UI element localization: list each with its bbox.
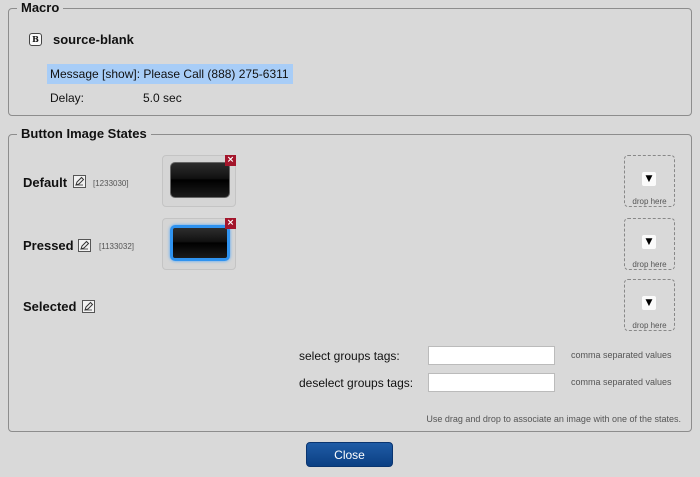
deselect-groups-tags-label: deselect groups tags: [299, 376, 414, 390]
arrow-down-icon: ▼ [642, 172, 656, 186]
state-label-default: Default [23, 175, 68, 190]
button-image-preview-pressed [170, 225, 230, 261]
button-image-states-panel: Button Image States Default [1233030] × … [8, 126, 692, 432]
drop-zone-pressed[interactable]: ▼ drop here [624, 218, 675, 270]
delay-value: 5.0 sec [143, 91, 182, 105]
drop-label: drop here [632, 321, 667, 330]
drag-drop-hint: Use drag and drop to associate an image … [426, 414, 681, 424]
select-tags-hint: comma separated values [571, 350, 672, 360]
select-groups-tags-label: select groups tags: [299, 349, 400, 363]
drop-zone-selected[interactable]: ▼ drop here [624, 279, 675, 331]
arrow-down-icon: ▼ [642, 296, 656, 310]
macro-name: source-blank [53, 32, 134, 47]
drop-label: drop here [632, 260, 667, 269]
pencil-edit-icon[interactable] [82, 300, 95, 313]
delay-label: Delay: [50, 91, 85, 105]
remove-icon[interactable]: × [225, 155, 236, 166]
select-groups-tags-input[interactable] [428, 346, 555, 365]
state-image-id-pressed: [1133032] [99, 242, 134, 251]
state-image-default[interactable]: × [162, 155, 236, 207]
state-image-id-default: [1233030] [93, 179, 129, 188]
close-button[interactable]: Close [306, 442, 393, 467]
deselect-tags-hint: comma separated values [571, 377, 672, 387]
deselect-groups-tags-input[interactable] [428, 373, 555, 392]
state-label-selected: Selected [23, 299, 77, 314]
arrow-down-icon: ▼ [642, 235, 656, 249]
drop-zone-default[interactable]: ▼ drop here [624, 155, 675, 207]
state-image-pressed[interactable]: × [162, 218, 236, 270]
state-label-pressed: Pressed [23, 238, 74, 253]
states-legend: Button Image States [17, 126, 151, 142]
macro-panel: Macro B source-blank Message [show]: Ple… [8, 0, 692, 116]
macro-legend: Macro [17, 0, 64, 16]
pencil-edit-icon[interactable] [73, 175, 86, 188]
remove-icon[interactable]: × [225, 218, 236, 229]
button-image-preview [170, 162, 230, 198]
drop-label: drop here [632, 197, 667, 206]
pencil-edit-icon[interactable] [78, 239, 91, 252]
macro-type-icon: B [29, 33, 42, 46]
macro-message-row[interactable]: Message [show]: Please Call (888) 275-63… [47, 64, 293, 84]
